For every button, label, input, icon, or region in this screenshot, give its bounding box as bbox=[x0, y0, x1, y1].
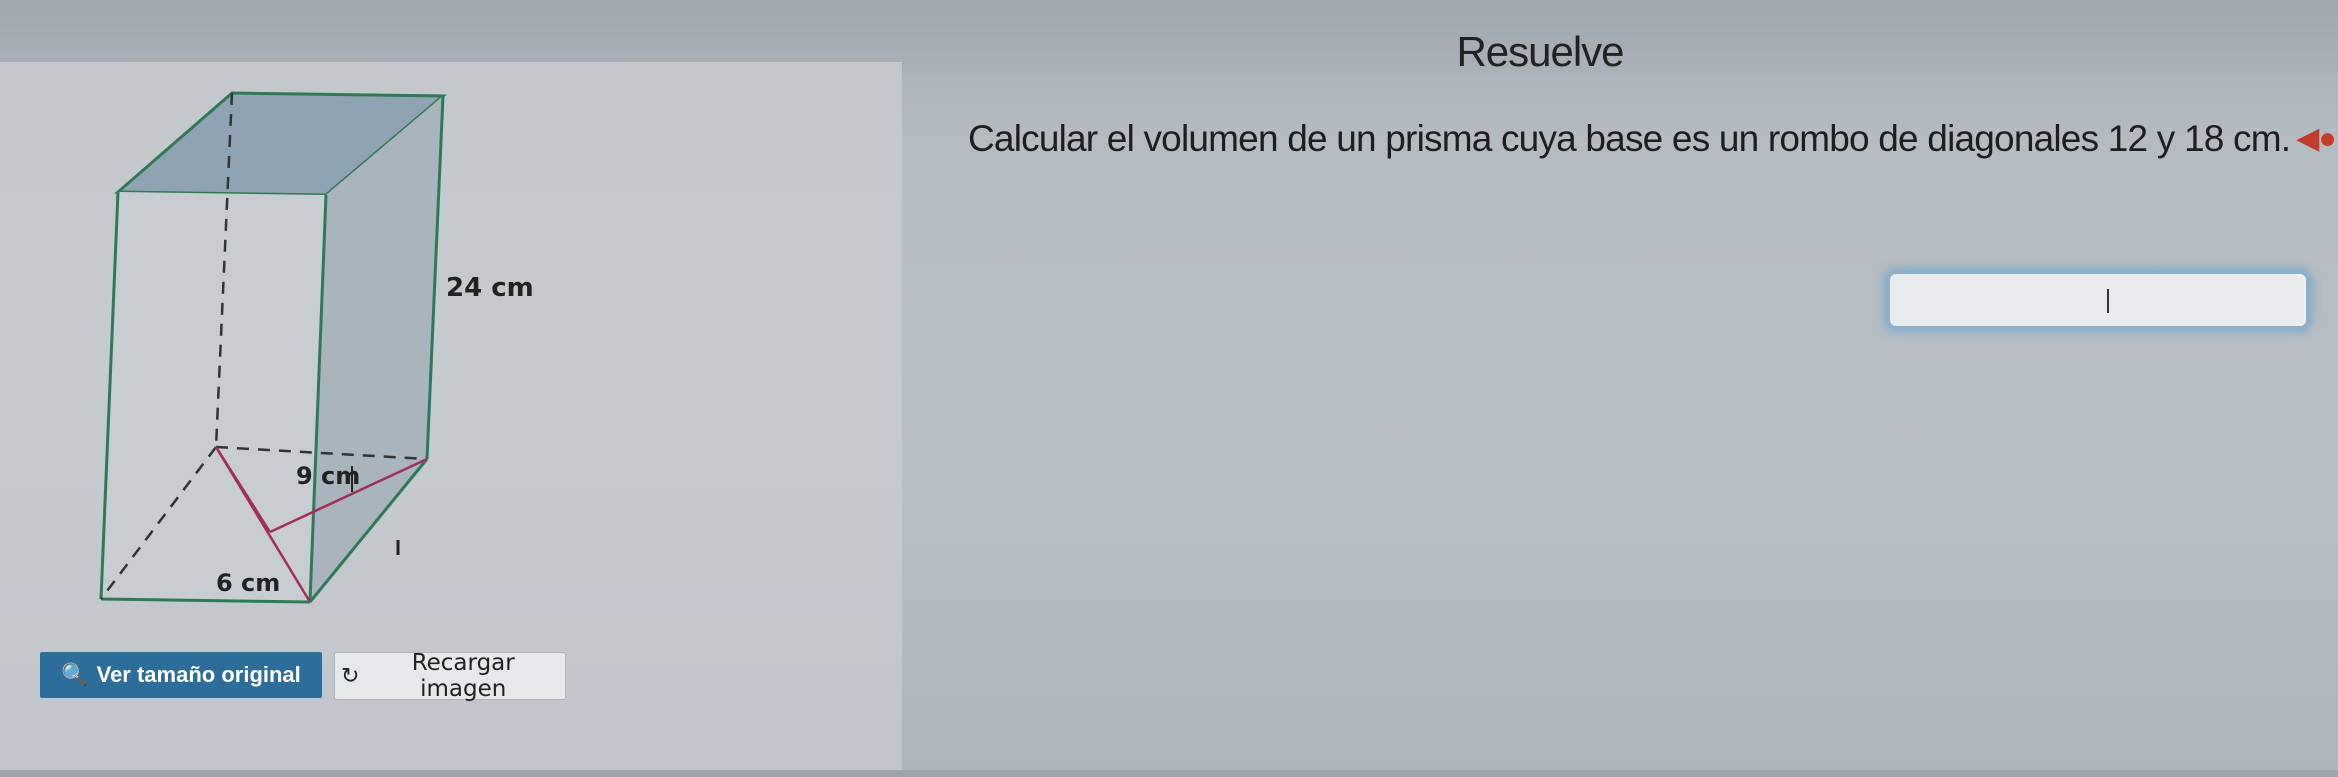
prism-front-face bbox=[101, 192, 326, 602]
reload-icon: ↻ bbox=[341, 663, 360, 689]
half-diagonal-short-label: 6 cm bbox=[216, 569, 280, 597]
problem-statement: Calcular el volumen de un prisma cuya ba… bbox=[968, 118, 2337, 160]
view-original-size-label: Ver tamaño original bbox=[96, 662, 301, 687]
text-caret bbox=[2107, 289, 2109, 313]
problem-text: Calcular el volumen de un prisma cuya ba… bbox=[968, 118, 2291, 159]
bottom-strip bbox=[0, 770, 2338, 777]
exercise-title: Resuelve bbox=[1456, 28, 1624, 75]
height-label: 24 cm bbox=[446, 273, 534, 303]
half-diagonal-long-label: 9 cm bbox=[296, 462, 360, 490]
reload-image-button[interactable]: ↻ Recargar imagen bbox=[334, 650, 566, 702]
prism-figure: 24 cm 9 cm 6 cm bbox=[99, 91, 534, 604]
view-original-size-button[interactable]: 🔍 Ver tamaño original bbox=[40, 652, 322, 698]
reload-image-label: Recargar imagen bbox=[411, 650, 515, 702]
speaker-icon[interactable]: ◀● bbox=[2296, 124, 2336, 154]
magnifier-icon: 🔍 bbox=[61, 662, 89, 687]
answer-input[interactable] bbox=[1888, 272, 2308, 328]
